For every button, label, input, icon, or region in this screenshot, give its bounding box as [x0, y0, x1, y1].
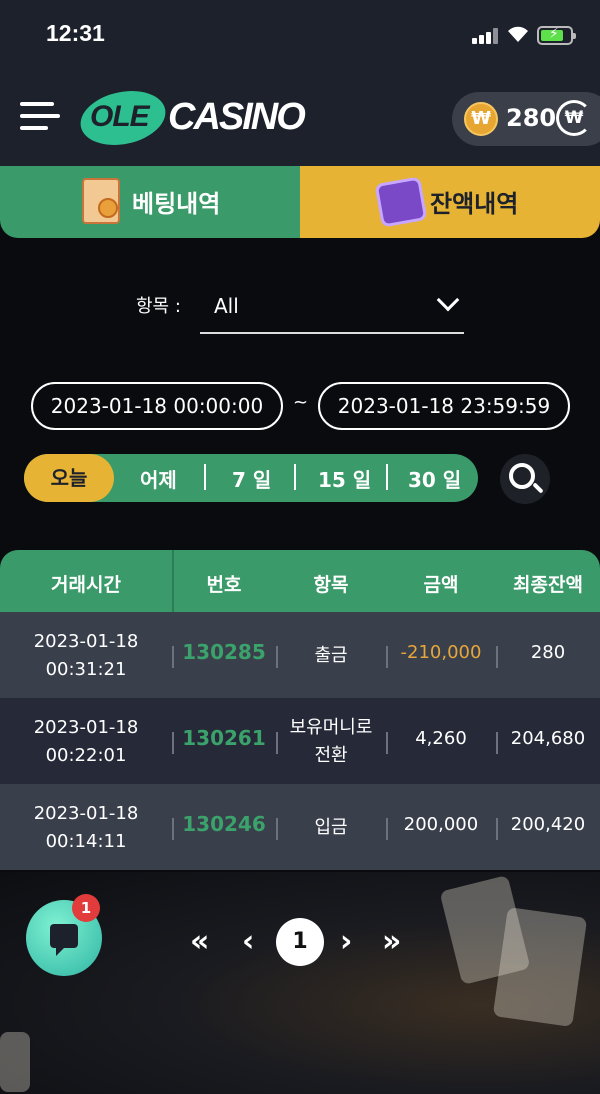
first-page-button[interactable]: « [190, 924, 209, 959]
current-page-button[interactable]: 1 [276, 918, 324, 966]
balance-amount: 280 [506, 104, 557, 132]
row-date: 2023-01-18 [33, 631, 139, 652]
divider [294, 464, 296, 490]
last-page-button[interactable]: » [382, 924, 401, 959]
range-30-days-button[interactable]: 30 일 [408, 464, 461, 493]
scroll-icon [82, 178, 120, 224]
row-final-balance: 204,680 [510, 728, 586, 749]
date-separator: ~ [293, 392, 309, 413]
row-date: 2023-01-18 [33, 717, 139, 738]
logo-ole-text: OLE [90, 100, 150, 133]
filter-label: 항목 : [136, 296, 181, 317]
table-row: 2023-01-18 00:31:21 130285 출금 -210,000 28… [0, 612, 600, 698]
range-yesterday-button[interactable]: 어제 [140, 464, 177, 493]
search-icon [509, 463, 535, 489]
row-time: 00:31:21 [45, 659, 127, 680]
start-date-field[interactable]: 2023-01-18 00:00:00 [31, 382, 283, 430]
row-number: 130246 [182, 812, 266, 836]
row-date: 2023-01-18 [33, 803, 139, 824]
wifi-icon [506, 24, 530, 48]
prev-page-button[interactable]: ‹ [242, 924, 254, 959]
row-type: 입금 [314, 817, 348, 838]
site-logo[interactable]: OLE CASINO [75, 83, 306, 153]
row-type-line2: 전환 [314, 745, 348, 766]
quick-range-bar: 오늘 어제 7 일 15 일 30 일 [24, 454, 478, 502]
table-row: 2023-01-18 00:14:11 130246 입금 200,000 200… [0, 784, 600, 870]
row-final-balance: 200,420 [510, 814, 586, 835]
row-amount: -210,000 [400, 642, 482, 663]
row-amount: 4,260 [415, 728, 467, 749]
row-time: 00:22:01 [45, 745, 127, 766]
row-number: 130261 [182, 726, 266, 750]
row-number: 130285 [182, 640, 266, 664]
battery-icon: ⚡ [537, 26, 576, 45]
chevron-down-icon [436, 288, 460, 312]
playing-card-image [0, 1032, 30, 1092]
won-coin-icon: ₩ [464, 102, 498, 136]
balance-display: ₩ 280 ₩ [452, 92, 600, 146]
row-type: 출금 [314, 645, 348, 666]
col-header-final-balance: 최종잔액 [513, 574, 583, 596]
range-today-button[interactable]: 오늘 [24, 454, 114, 502]
col-header-time: 거래시간 [51, 574, 121, 596]
select-value: All [214, 294, 239, 318]
top-header: OLE CASINO ₩ 280 ₩ [0, 68, 600, 166]
col-header-number: 번호 [206, 574, 242, 596]
history-tabs: 베팅내역 잔액내역 [0, 166, 600, 238]
logo-casino-text: CASINO [168, 96, 306, 138]
cellular-signal-icon [472, 28, 498, 44]
category-select[interactable]: All [200, 280, 464, 334]
tab-betting-history[interactable]: 베팅내역 [0, 166, 300, 238]
refresh-balance-icon[interactable]: ₩ [556, 100, 592, 136]
row-amount: 200,000 [403, 814, 479, 835]
row-final-balance: 280 [530, 642, 566, 663]
table-header: 거래시간 번호 항목 금액 최종잔액 [0, 550, 600, 612]
chat-notification-badge: 1 [72, 894, 100, 922]
end-date-field[interactable]: 2023-01-18 23:59:59 [318, 382, 570, 430]
divider [204, 464, 206, 490]
tab-label: 잔액내역 [430, 190, 519, 218]
menu-icon[interactable] [20, 102, 60, 132]
book-icon [374, 176, 428, 228]
next-page-button[interactable]: › [340, 924, 352, 959]
search-button[interactable] [500, 454, 550, 504]
col-header-type: 항목 [313, 574, 349, 596]
playing-card-image [492, 906, 588, 1028]
status-bar: 12:31 ⚡ [0, 0, 600, 68]
row-time: 00:14:11 [45, 831, 127, 852]
row-type: 보유머니로 [289, 717, 373, 738]
range-7-days-button[interactable]: 7 일 [232, 464, 271, 493]
col-header-amount: 금액 [423, 574, 459, 596]
tab-balance-history[interactable]: 잔액내역 [300, 166, 600, 238]
range-15-days-button[interactable]: 15 일 [318, 464, 371, 493]
chat-bubble-icon [50, 924, 78, 956]
divider [386, 464, 388, 490]
balance-history-table: 거래시간 번호 항목 금액 최종잔액 2023-01-18 00:31:21 13… [0, 550, 600, 870]
tab-label: 베팅내역 [132, 190, 221, 218]
status-time: 12:31 [46, 20, 105, 46]
table-row: 2023-01-18 00:22:01 130261 보유머니로 전환 4,260 … [0, 698, 600, 784]
